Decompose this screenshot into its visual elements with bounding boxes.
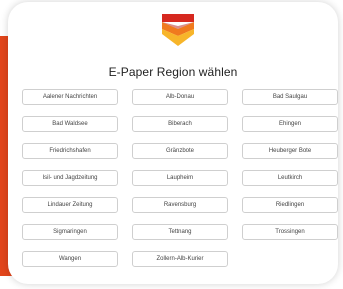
region-button-bad-waldsee[interactable]: Bad Waldsee: [22, 116, 118, 132]
region-button-aalener-nachrichten[interactable]: Aalener Nachrichten: [22, 89, 118, 105]
region-button-alb-donau[interactable]: Alb-Donau: [132, 89, 228, 105]
region-picker-card: E-Paper Region wählen Aalener Nachrichte…: [8, 2, 338, 284]
region-button-friedrichshafen[interactable]: Friedrichshafen: [22, 143, 118, 159]
region-button-heuberger-bote[interactable]: Heuberger Bote: [242, 143, 338, 159]
page-title: E-Paper Region wählen: [108, 65, 238, 79]
newspaper-shield-logo: [162, 14, 194, 46]
screen: E-Paper Region wählen Aalener Nachrichte…: [0, 0, 343, 289]
region-button-biberach[interactable]: Biberach: [132, 116, 228, 132]
region-button-laupheim[interactable]: Laupheim: [132, 170, 228, 186]
region-button-bad-saulgau[interactable]: Bad Saulgau: [242, 89, 338, 105]
region-button-zollern-alb-kurier[interactable]: Zollern-Alb-Kurier: [132, 251, 228, 267]
region-button-isil-jagdzeitung[interactable]: Isil- und Jagdzeitung: [22, 170, 118, 186]
region-button-tettnang[interactable]: Tettnang: [132, 224, 228, 240]
region-button-lindauer-zeitung[interactable]: Lindauer Zeitung: [22, 197, 118, 213]
region-button-graenzbote[interactable]: Gränzbote: [132, 143, 228, 159]
region-button-ravensburg[interactable]: Ravensburg: [132, 197, 228, 213]
region-button-leutkirch[interactable]: Leutkirch: [242, 170, 338, 186]
region-button-sigmaringen[interactable]: Sigmaringen: [22, 224, 118, 240]
region-button-riedlingen[interactable]: Riedlingen: [242, 197, 338, 213]
region-grid: Aalener Nachrichten Alb-Donau Bad Saulga…: [22, 89, 338, 267]
region-button-wangen[interactable]: Wangen: [22, 251, 118, 267]
region-button-ehingen[interactable]: Ehingen: [242, 116, 338, 132]
region-button-trossingen[interactable]: Trossingen: [242, 224, 338, 240]
